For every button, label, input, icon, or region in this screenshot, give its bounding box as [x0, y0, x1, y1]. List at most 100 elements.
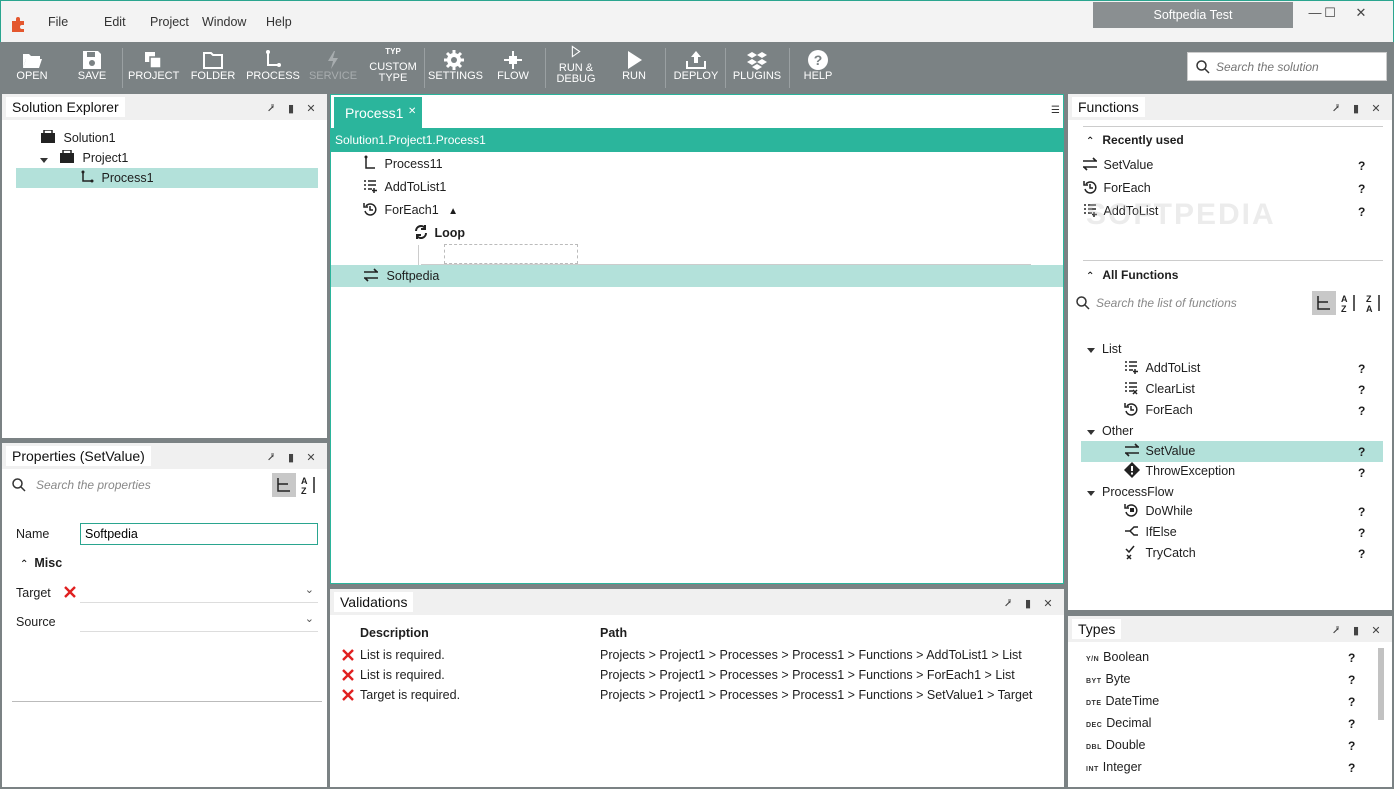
solution-search[interactable]: [1187, 52, 1387, 81]
close-icon[interactable]: ✕: [301, 451, 321, 464]
validation-path[interactable]: Projects > Project1 > Processes > Proces…: [600, 648, 1022, 662]
close-button[interactable]: ✕: [1347, 5, 1375, 23]
function-trycatch[interactable]: TryCatch: [1124, 543, 1196, 564]
recently-used-header[interactable]: ⌃ Recently used: [1086, 133, 1184, 147]
close-icon[interactable]: ✕: [301, 102, 321, 115]
recent-function-foreach[interactable]: ForEach: [1082, 178, 1151, 199]
menu-help[interactable]: Help: [266, 15, 292, 29]
function-ifelse[interactable]: IfElse: [1124, 522, 1177, 543]
function-clearlist[interactable]: ClearList: [1124, 379, 1195, 400]
type-item[interactable]: DEC Decimal: [1086, 713, 1151, 734]
sort-az-button[interactable]: AZ: [1337, 291, 1361, 315]
type-item[interactable]: BYT Byte: [1086, 669, 1131, 690]
scrollbar-thumb[interactable]: [1378, 648, 1384, 720]
float-icon[interactable]: ⭷: [998, 595, 1018, 614]
validation-path[interactable]: Projects > Project1 > Processes > Proces…: [600, 688, 1032, 702]
open-button[interactable]: OPEN: [8, 42, 56, 92]
help-icon[interactable]: ?: [1358, 404, 1365, 418]
type-item[interactable]: DTE DateTime: [1086, 691, 1159, 712]
menu-project[interactable]: Project: [150, 15, 189, 29]
collapse-arrow-icon[interactable]: [40, 158, 48, 163]
help-icon[interactable]: ?: [1358, 526, 1365, 540]
flow-node-foreach[interactable]: ForEach1 ▲: [363, 199, 458, 221]
pin-icon[interactable]: ▮: [1346, 102, 1366, 115]
service-button[interactable]: SERVICE: [308, 42, 358, 92]
flow-node-loop[interactable]: Loop: [413, 222, 465, 244]
group-other[interactable]: Other: [1102, 421, 1133, 442]
path-column-header[interactable]: Path: [600, 626, 627, 640]
properties-search[interactable]: Search the properties: [6, 473, 270, 497]
tab-close-icon[interactable]: ✕: [408, 106, 416, 117]
menu-file[interactable]: File: [48, 15, 68, 29]
float-icon[interactable]: ⭷: [261, 449, 281, 468]
help-icon[interactable]: ?: [1348, 695, 1355, 709]
help-icon[interactable]: ?: [1358, 159, 1365, 173]
function-throwexception[interactable]: ThrowException: [1124, 461, 1235, 482]
help-icon[interactable]: ?: [1358, 383, 1365, 397]
help-icon[interactable]: ?: [1348, 739, 1355, 753]
help-icon[interactable]: ?: [1348, 717, 1355, 731]
sort-alphabetical-button[interactable]: AZ: [297, 473, 321, 497]
help-icon[interactable]: ?: [1358, 547, 1365, 561]
group-processflow[interactable]: ProcessFlow: [1102, 482, 1174, 503]
flow-node-addtolist[interactable]: AddToList1: [363, 176, 446, 198]
drop-target[interactable]: [444, 244, 578, 264]
group-by-category-button[interactable]: [272, 473, 296, 497]
expand-arrow-icon[interactable]: ▲: [448, 206, 458, 217]
validation-path[interactable]: Projects > Project1 > Processes > Proces…: [600, 668, 1015, 682]
recent-function-setvalue[interactable]: SetValue: [1082, 155, 1153, 176]
function-setvalue[interactable]: SetValue: [1081, 441, 1383, 462]
pin-icon[interactable]: ▮: [281, 102, 301, 115]
help-icon[interactable]: ?: [1348, 761, 1355, 775]
tree-item-solution[interactable]: Solution1: [40, 128, 320, 148]
function-addtolist[interactable]: AddToList: [1124, 358, 1200, 379]
close-icon[interactable]: ✕: [1038, 597, 1058, 610]
tree-item-project[interactable]: Project1: [59, 148, 319, 168]
menu-edit[interactable]: Edit: [104, 15, 126, 29]
process-button[interactable]: PROCESS: [246, 42, 300, 92]
source-combo[interactable]: ⌄: [80, 610, 318, 632]
help-icon[interactable]: ?: [1358, 466, 1365, 480]
type-item[interactable]: INT Integer: [1086, 757, 1142, 778]
type-item[interactable]: DBL Double: [1086, 735, 1146, 756]
deploy-button[interactable]: DEPLOY: [672, 42, 720, 92]
custom-type-button[interactable]: TYP CUSTOM TYPE: [366, 42, 420, 92]
collapse-arrow-icon[interactable]: [1087, 348, 1095, 353]
maximize-button[interactable]: ☐: [1316, 5, 1344, 23]
help-icon[interactable]: ?: [1348, 673, 1355, 687]
type-item[interactable]: Y/N Boolean: [1086, 647, 1149, 668]
run-button[interactable]: RUN: [612, 42, 656, 92]
folder-button[interactable]: FOLDER: [188, 42, 238, 92]
function-foreach[interactable]: ForEach: [1124, 400, 1193, 421]
sort-za-button[interactable]: ZA: [1362, 291, 1386, 315]
pin-icon[interactable]: ▮: [281, 451, 301, 464]
tree-item-process[interactable]: Process1: [16, 168, 318, 188]
recent-function-addtolist[interactable]: AddToList: [1082, 201, 1158, 222]
flow-node-setvalue[interactable]: Softpedia: [331, 265, 1063, 287]
float-icon[interactable]: ⭷: [1326, 622, 1346, 641]
close-icon[interactable]: ✕: [1366, 624, 1386, 637]
function-dowhile[interactable]: DoWhile: [1124, 501, 1193, 522]
pin-icon[interactable]: ▮: [1346, 624, 1366, 637]
help-icon[interactable]: ?: [1358, 362, 1365, 376]
float-icon[interactable]: ⭷: [1326, 100, 1346, 119]
help-icon[interactable]: ?: [1358, 445, 1365, 459]
close-icon[interactable]: ✕: [1366, 102, 1386, 115]
group-by-category-button[interactable]: [1312, 291, 1336, 315]
settings-button[interactable]: SETTINGS: [428, 42, 483, 92]
run-debug-button[interactable]: RUN & DEBUG: [550, 42, 602, 92]
tab-menu-icon[interactable]: ☰: [1051, 105, 1060, 116]
help-icon[interactable]: ?: [1358, 182, 1365, 196]
menu-window[interactable]: Window: [202, 15, 246, 29]
project-button[interactable]: PROJECT: [128, 42, 179, 92]
tab-process1[interactable]: Process1 ✕: [334, 97, 422, 128]
name-field[interactable]: [80, 523, 318, 545]
description-column-header[interactable]: Description: [360, 626, 429, 640]
target-combo[interactable]: ⌄: [80, 581, 318, 603]
flow-button[interactable]: FLOW: [490, 42, 536, 92]
help-icon[interactable]: ?: [1348, 651, 1355, 665]
misc-section[interactable]: ⌃ Misc: [20, 556, 62, 570]
flow-node-process[interactable]: Process11: [363, 153, 443, 175]
plugins-button[interactable]: PLUGINS: [731, 42, 783, 92]
help-icon[interactable]: ?: [1358, 205, 1365, 219]
